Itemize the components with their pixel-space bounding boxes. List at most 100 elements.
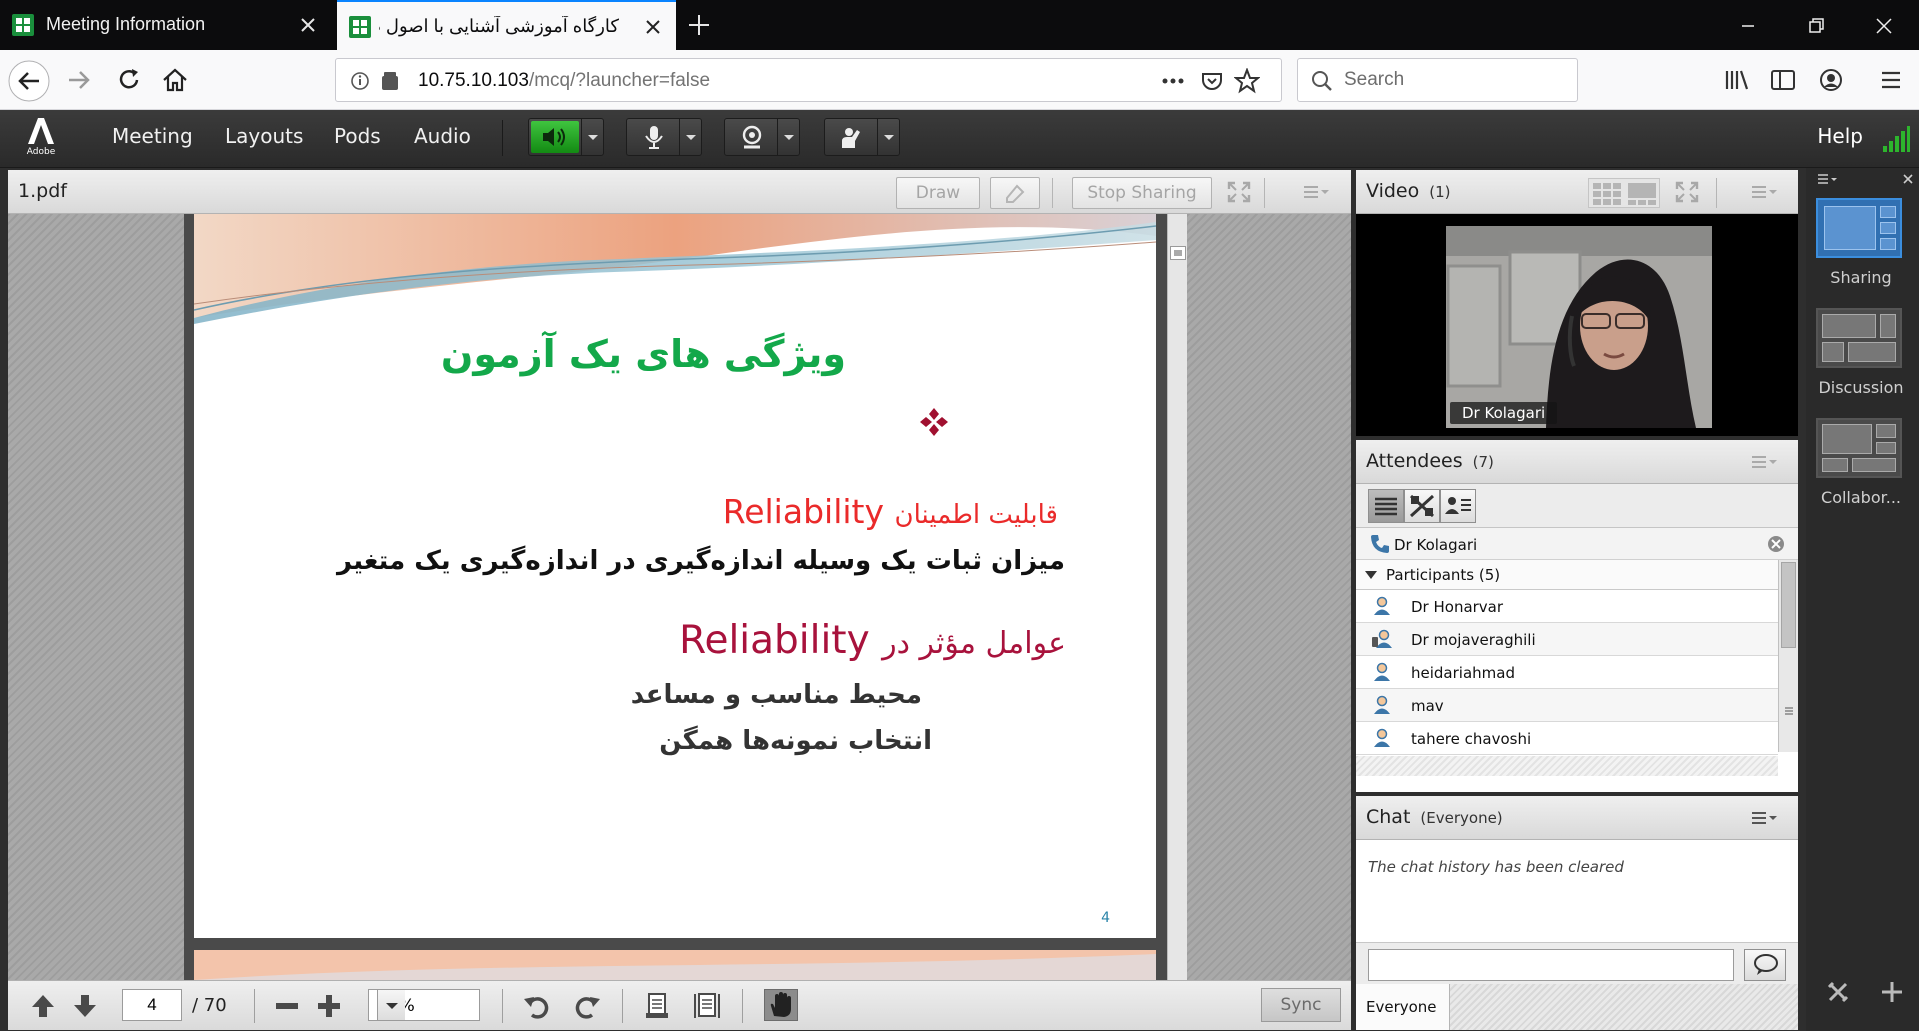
participant-row[interactable]: mav	[1356, 689, 1778, 722]
restore-window-icon[interactable]	[1803, 13, 1829, 39]
close-layouts-icon[interactable]	[1901, 172, 1915, 186]
scrollbar-thumb[interactable]	[1170, 246, 1186, 260]
add-layout-icon[interactable]	[1880, 980, 1904, 1004]
send-message-button[interactable]	[1744, 949, 1786, 981]
browser-tab-meeting-information[interactable]: Meeting Information	[0, 0, 331, 50]
sync-button[interactable]: Sync	[1261, 988, 1341, 1022]
rotate-left-icon[interactable]	[522, 991, 552, 1021]
participants-group-header[interactable]: Participants (5)	[1356, 560, 1778, 590]
address-bar[interactable]: 10.75.10.103/mcq/?launcher=false	[335, 58, 1282, 102]
site-info-icon[interactable]	[350, 71, 370, 91]
account-icon[interactable]	[1814, 63, 1848, 97]
page-actions-icon[interactable]	[1160, 71, 1186, 91]
participant-row[interactable]: Dr mojaveraghili	[1356, 623, 1778, 656]
layout-sharing[interactable]: Sharing	[1816, 198, 1906, 287]
page-icon	[380, 70, 400, 92]
raise-hand-dropdown-icon[interactable]	[877, 119, 899, 155]
zoom-out-icon[interactable]	[272, 991, 302, 1021]
rotate-right-icon[interactable]	[572, 991, 602, 1021]
webcam-dropdown-icon[interactable]	[777, 119, 799, 155]
pod-options-menu-icon[interactable]	[1302, 182, 1330, 202]
tab-title: کارگاه آموزشی آشنایی با اصول ط	[379, 16, 619, 36]
close-tab-icon[interactable]	[297, 14, 319, 36]
factor-item: انتخاب نمونه‌ها همگن	[659, 726, 932, 756]
library-icon[interactable]	[1720, 63, 1754, 97]
pod-options-menu-icon[interactable]	[1750, 182, 1778, 202]
video-fullscreen-icon[interactable]	[1674, 180, 1700, 204]
collapse-triangle-icon[interactable]	[1364, 568, 1378, 582]
fullscreen-icon[interactable]	[1226, 180, 1252, 204]
back-icon[interactable]	[8, 60, 50, 102]
home-icon[interactable]	[158, 63, 192, 97]
reliability-definition: میزان ثبات یک وسیله اندازه‌گیری در انداز…	[337, 546, 1065, 576]
layouts-menu-icon[interactable]	[1816, 172, 1840, 186]
stop-sharing-button[interactable]: Stop Sharing	[1072, 177, 1212, 209]
close-window-icon[interactable]	[1871, 13, 1897, 39]
search-box[interactable]	[1297, 58, 1578, 102]
pocket-icon[interactable]	[1200, 69, 1224, 93]
sidebar-icon[interactable]	[1766, 63, 1800, 97]
forward-icon[interactable]	[62, 63, 96, 97]
microphone-dropdown-icon[interactable]	[679, 119, 701, 155]
page-total: / 70	[192, 995, 227, 1016]
next-slide-page	[194, 950, 1156, 980]
participant-row[interactable]: Dr Honarvar	[1356, 590, 1778, 623]
layout-discussion[interactable]: Discussion	[1816, 308, 1906, 397]
remove-host-icon[interactable]	[1766, 534, 1786, 554]
fit-width-icon[interactable]	[642, 991, 672, 1021]
connect-favicon-icon	[12, 14, 34, 36]
reload-icon[interactable]	[112, 63, 146, 97]
webcam-video-feed[interactable]: Dr Kolagari	[1446, 226, 1712, 428]
pan-hand-icon[interactable]	[764, 989, 798, 1021]
raise-hand-button[interactable]	[824, 118, 900, 156]
minimize-window-icon[interactable]	[1735, 13, 1761, 39]
filmstrip-view-icon[interactable]	[1627, 183, 1657, 205]
menu-help[interactable]: Help	[1817, 124, 1863, 148]
chat-tab-everyone[interactable]: Everyone	[1356, 984, 1450, 1030]
attendees-list-filler	[1356, 756, 1778, 776]
hamburger-menu-icon[interactable]	[1874, 63, 1908, 97]
annotation-tool-button[interactable]	[990, 177, 1040, 209]
speaker-dropdown-icon[interactable]	[581, 119, 603, 155]
draw-button[interactable]: Draw	[896, 177, 980, 209]
chat-message-input[interactable]	[1368, 949, 1734, 981]
zoom-in-icon[interactable]	[314, 991, 344, 1021]
layout-name: Sharing	[1830, 268, 1892, 287]
grid-view-icon[interactable]	[1593, 183, 1623, 205]
document-scrollbar[interactable]	[1167, 214, 1187, 980]
zoom-select[interactable]: 89%	[368, 989, 480, 1021]
scrollbar-thumb[interactable]	[1781, 562, 1796, 648]
participant-row[interactable]: tahere chavoshi	[1356, 722, 1778, 755]
video-layout-toggle[interactable]	[1588, 178, 1660, 208]
toolbar-divider	[254, 989, 255, 1023]
search-input[interactable]	[1344, 67, 1564, 93]
reliability-heading: قابلیت اطمینان Reliability	[722, 492, 1058, 531]
attendees-scrollbar[interactable]	[1778, 560, 1798, 752]
speaker-button[interactable]	[528, 118, 604, 156]
bookmark-star-icon[interactable]	[1234, 68, 1260, 94]
menu-audio[interactable]: Audio	[414, 124, 471, 148]
fit-page-icon[interactable]	[692, 991, 722, 1021]
participant-row[interactable]: heidariahmad	[1356, 656, 1778, 689]
status-view-icon[interactable]	[1404, 489, 1440, 523]
pod-options-menu-icon[interactable]	[1750, 808, 1778, 828]
next-page-icon[interactable]	[70, 991, 100, 1021]
browser-tab-workshop[interactable]: کارگاه آموزشی آشنایی با اصول ط	[337, 0, 676, 50]
new-tab-icon[interactable]	[686, 12, 712, 38]
pod-options-menu-icon[interactable]	[1750, 452, 1778, 472]
document-viewer[interactable]: ویژگی های یک آزمون قابلیت اطمینان Reliab…	[8, 214, 1351, 980]
breakout-view-icon[interactable]	[1440, 489, 1476, 523]
menu-pods[interactable]: Pods	[334, 124, 381, 148]
previous-page-icon[interactable]	[28, 991, 58, 1021]
zoom-dropdown-icon[interactable]	[377, 990, 405, 1020]
menu-meeting[interactable]: Meeting	[112, 124, 193, 148]
page-number-input[interactable]	[122, 989, 182, 1021]
microphone-button[interactable]	[626, 118, 702, 156]
host-row[interactable]: Dr Kolagari	[1356, 528, 1798, 560]
layout-collaboration[interactable]: Collabor...	[1816, 418, 1906, 507]
manage-layouts-icon[interactable]	[1826, 980, 1850, 1004]
menu-layouts[interactable]: Layouts	[225, 124, 303, 148]
close-tab-icon[interactable]	[642, 16, 664, 38]
list-view-icon[interactable]	[1368, 489, 1404, 523]
webcam-button[interactable]	[724, 118, 800, 156]
